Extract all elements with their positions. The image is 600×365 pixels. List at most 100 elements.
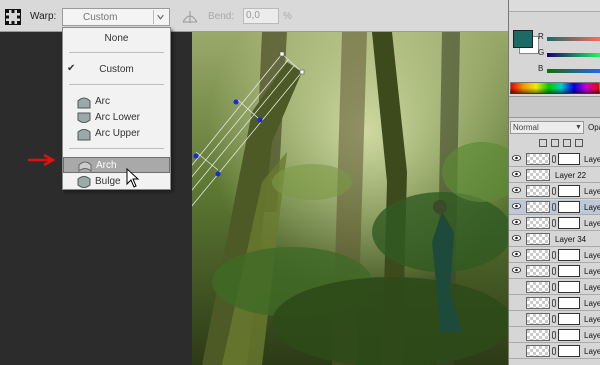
layer-thumbnail[interactable]	[526, 217, 550, 229]
menu-item-arc[interactable]: Arc	[63, 94, 170, 110]
menu-item-custom[interactable]: ✔ Custom	[63, 62, 170, 78]
chain-link-icon[interactable]	[552, 331, 556, 339]
warp-grid-icon[interactable]	[5, 9, 21, 25]
chain-link-icon[interactable]	[552, 267, 556, 275]
warp-orientation-icon[interactable]	[180, 8, 200, 26]
layer-row[interactable]: Laye	[509, 280, 600, 295]
layer-name: Laye	[584, 187, 600, 196]
channel-label-g: G	[538, 48, 545, 57]
layer-mask-thumbnail[interactable]	[558, 313, 580, 325]
lock-paint-icon[interactable]	[551, 139, 559, 147]
layer-row[interactable]: Laye	[509, 344, 600, 359]
layer-mask-thumbnail[interactable]	[558, 217, 580, 229]
eye-icon[interactable]	[512, 251, 521, 257]
layer-thumbnail[interactable]	[526, 233, 550, 245]
eye-icon[interactable]	[512, 203, 521, 209]
document-canvas[interactable]	[192, 32, 508, 365]
arc-icon	[77, 97, 91, 109]
warp-style-menu[interactable]: None ✔ Custom Arc Arc Lower Arc Upper Ar…	[62, 27, 171, 190]
layer-thumbnail[interactable]	[526, 249, 550, 261]
layer-row[interactable]: Laye	[509, 312, 600, 327]
layer-mask-thumbnail[interactable]	[558, 345, 580, 357]
layer-row[interactable]: Laye	[509, 216, 600, 231]
forest-image	[192, 32, 508, 365]
layer-row[interactable]: Laye	[509, 184, 600, 199]
layer-mask-thumbnail[interactable]	[558, 153, 580, 165]
menu-item-none[interactable]: None	[63, 31, 170, 47]
layer-row[interactable]: Laye	[509, 328, 600, 343]
bulge-icon	[77, 176, 91, 188]
chain-link-icon[interactable]	[552, 203, 556, 211]
eye-icon[interactable]	[512, 219, 521, 225]
lock-transparency-icon[interactable]	[539, 139, 547, 147]
chain-link-icon[interactable]	[552, 219, 556, 227]
blue-slider[interactable]	[547, 69, 600, 73]
layer-mask-thumbnail[interactable]	[558, 297, 580, 309]
layer-mask-thumbnail[interactable]	[558, 201, 580, 213]
layer-mask-thumbnail[interactable]	[558, 329, 580, 341]
arc-upper-icon	[77, 129, 91, 141]
layer-name: Layer 22	[555, 171, 587, 180]
layer-thumbnail[interactable]	[526, 329, 550, 341]
menu-item-arc-lower[interactable]: Arc Lower	[63, 110, 170, 126]
layer-thumbnail[interactable]	[526, 265, 550, 277]
layer-row[interactable]: Laye	[509, 152, 600, 167]
red-slider[interactable]	[547, 37, 600, 41]
layer-row[interactable]: Layer 34	[509, 232, 600, 247]
menu-item-bulge[interactable]: Bulge	[63, 174, 170, 190]
warp-style-select[interactable]: Custom	[62, 8, 170, 26]
chevron-down-icon[interactable]: ▼	[575, 124, 582, 131]
layer-name: Laye	[584, 219, 600, 228]
layer-name: Laye	[584, 267, 600, 276]
layer-thumbnail[interactable]	[526, 185, 550, 197]
eye-icon[interactable]	[512, 235, 521, 241]
layer-row[interactable]: Laye	[509, 264, 600, 279]
layer-thumbnail[interactable]	[526, 201, 550, 213]
menu-item-arch[interactable]: Arch	[63, 157, 170, 173]
chain-link-icon[interactable]	[552, 283, 556, 291]
layer-name: Laye	[584, 251, 600, 260]
bend-input[interactable]: 0,0	[243, 8, 279, 24]
lock-all-icon[interactable]	[575, 139, 583, 147]
right-panels: R G B Normal ▼ Opa Laye Layer 22 Laye Laye L…	[508, 0, 600, 365]
lock-row	[509, 137, 600, 151]
blend-mode-select[interactable]: Normal	[510, 121, 584, 134]
chain-link-icon[interactable]	[552, 315, 556, 323]
chain-link-icon[interactable]	[552, 347, 556, 355]
chevron-down-icon[interactable]	[153, 10, 167, 24]
layer-thumbnail[interactable]	[526, 281, 550, 293]
layer-row[interactable]: Laye	[509, 296, 600, 311]
eye-icon[interactable]	[512, 155, 521, 161]
bend-label: Bend:	[208, 11, 235, 22]
layer-row[interactable]: Laye	[509, 248, 600, 263]
green-slider[interactable]	[547, 53, 600, 57]
layer-thumbnail[interactable]	[526, 345, 550, 357]
layer-mask-thumbnail[interactable]	[558, 185, 580, 197]
menu-divider	[69, 52, 164, 53]
chain-link-icon[interactable]	[552, 155, 556, 163]
layer-name: Laye	[584, 315, 600, 324]
eye-icon[interactable]	[512, 171, 521, 177]
chain-link-icon[interactable]	[552, 187, 556, 195]
foreground-color-swatch[interactable]	[513, 30, 533, 48]
eye-icon[interactable]	[512, 187, 521, 193]
layer-mask-thumbnail[interactable]	[558, 265, 580, 277]
chain-link-icon[interactable]	[552, 251, 556, 259]
menu-item-arc-upper[interactable]: Arc Upper	[63, 126, 170, 142]
eye-icon[interactable]	[512, 267, 521, 273]
layer-mask-thumbnail[interactable]	[558, 249, 580, 261]
red-arrow-icon	[28, 153, 56, 167]
layer-thumbnail[interactable]	[526, 153, 550, 165]
chain-link-icon[interactable]	[552, 299, 556, 307]
bend-unit: %	[283, 11, 292, 22]
layer-row[interactable]: Laye	[509, 200, 600, 215]
layer-row[interactable]: Layer 22	[509, 168, 600, 183]
arc-lower-icon	[77, 112, 91, 123]
layer-thumbnail[interactable]	[526, 313, 550, 325]
spectrum-shade	[510, 88, 600, 94]
layer-name: Layer 34	[555, 235, 587, 244]
layer-mask-thumbnail[interactable]	[558, 281, 580, 293]
lock-move-icon[interactable]	[563, 139, 571, 147]
layer-thumbnail[interactable]	[526, 169, 550, 181]
layer-thumbnail[interactable]	[526, 297, 550, 309]
